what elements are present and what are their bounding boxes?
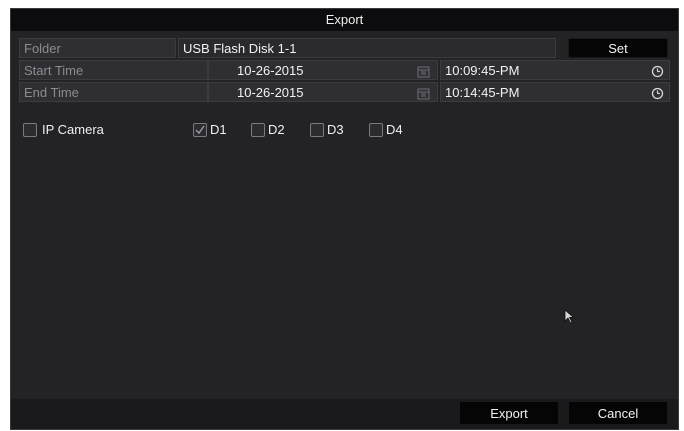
- ip-camera-checkbox[interactable]: [23, 123, 37, 137]
- folder-label: Folder: [19, 38, 176, 58]
- end-time-field[interactable]: 10:14:45-PM: [440, 82, 670, 102]
- end-date-field[interactable]: 10-26-2015: [208, 82, 438, 102]
- end-time-label: End Time: [19, 82, 208, 102]
- dialog-footer: Export Cancel: [11, 399, 678, 429]
- d2-label: D2: [268, 122, 285, 137]
- d1-checkbox[interactable]: [193, 123, 207, 137]
- d2-checkbox[interactable]: [251, 123, 265, 137]
- start-date-value: 10-26-2015: [237, 63, 304, 78]
- d3-checkbox[interactable]: [310, 123, 324, 137]
- d4-label: D4: [386, 122, 403, 137]
- folder-row: Folder USB Flash Disk 1-1 Set: [19, 38, 668, 58]
- set-button[interactable]: Set: [568, 38, 668, 58]
- end-time-row: End Time 10-26-2015 10:14:45-PM: [19, 82, 670, 102]
- start-time-value: 10:09:45-PM: [445, 63, 520, 78]
- dialog-title: Export: [11, 9, 678, 31]
- export-button[interactable]: Export: [459, 401, 559, 425]
- start-time-label: Start Time: [19, 60, 208, 80]
- clock-icon[interactable]: [651, 64, 664, 78]
- clock-icon[interactable]: [651, 86, 664, 100]
- folder-field[interactable]: USB Flash Disk 1-1: [178, 38, 556, 58]
- mouse-cursor-icon: [564, 309, 576, 325]
- end-date-value: 10-26-2015: [237, 85, 304, 100]
- d4-checkbox[interactable]: [369, 123, 383, 137]
- export-dialog: Export Folder USB Flash Disk 1-1 Set Sta…: [10, 8, 679, 430]
- d3-label: D3: [327, 122, 344, 137]
- start-time-field[interactable]: 10:09:45-PM: [440, 60, 670, 80]
- d1-label: D1: [210, 122, 227, 137]
- start-time-row: Start Time 10-26-2015 10:09:45-PM: [19, 60, 670, 80]
- cancel-button[interactable]: Cancel: [568, 401, 668, 425]
- calendar-icon[interactable]: [417, 86, 430, 100]
- end-time-value: 10:14:45-PM: [445, 85, 520, 100]
- calendar-icon[interactable]: [417, 64, 430, 78]
- start-date-field[interactable]: 10-26-2015: [208, 60, 438, 80]
- ip-camera-label: IP Camera: [42, 122, 104, 137]
- camera-selection: IP Camera D1 D2 D3 D4: [23, 121, 443, 139]
